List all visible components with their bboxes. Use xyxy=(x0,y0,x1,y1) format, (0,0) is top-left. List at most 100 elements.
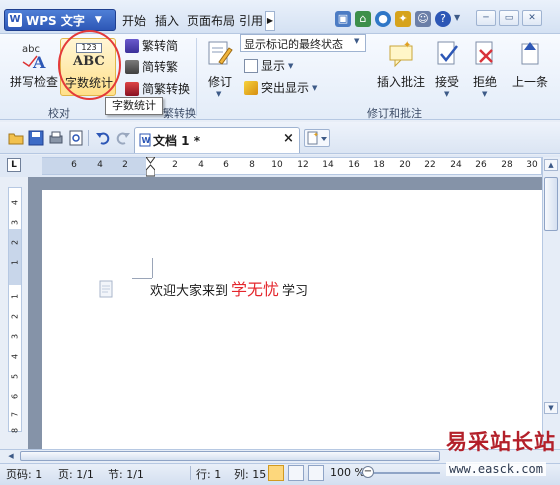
ribbon-separator xyxy=(196,38,197,116)
status-row: 行: 1 xyxy=(196,468,222,481)
trad-to-simp-button[interactable]: 繁转简 xyxy=(125,37,178,54)
ruler-tick: 10 xyxy=(271,160,283,170)
margin-corner-mark xyxy=(152,258,153,278)
ruler-tick: 26 xyxy=(475,160,487,170)
tab-scroll-right-icon[interactable]: ▶ xyxy=(265,11,275,31)
tab-stop-selector[interactable]: L xyxy=(7,158,21,172)
help-icon[interactable]: ? xyxy=(435,11,451,27)
simp-to-trad-button[interactable]: 简转繁 xyxy=(125,58,178,75)
outline-view-icon[interactable] xyxy=(288,465,304,481)
scroll-up-icon[interactable]: ▲ xyxy=(544,159,558,171)
document-tab[interactable]: W 文档 1 * × xyxy=(134,127,300,153)
status-separator xyxy=(190,466,191,480)
print-icon[interactable] xyxy=(48,130,64,146)
undo-icon[interactable] xyxy=(95,130,111,146)
ruler-tick: 5 xyxy=(10,373,20,380)
reject-label: 拒绝 xyxy=(473,75,498,89)
document-paragraph[interactable]: 欢迎大家来到 学无忧 学习 xyxy=(150,276,308,300)
indent-marker[interactable] xyxy=(145,156,156,177)
spell-check-button[interactable]: abc A 拼写检查 xyxy=(10,40,58,102)
tracking-group-label: 修订和批注 xyxy=(367,107,422,120)
convert-icon xyxy=(125,81,139,96)
restore-button[interactable]: ▭ xyxy=(499,10,519,26)
margin-corner-mark xyxy=(132,278,152,279)
document-page[interactable] xyxy=(42,190,542,449)
tab-insert[interactable]: 插入 xyxy=(155,11,179,31)
conversion-group-label: 繁转换 xyxy=(163,107,196,120)
document-text-start: 欢迎大家来到 xyxy=(150,284,229,299)
ruler-tick: 30 xyxy=(526,160,538,170)
ruler-tick: 2 xyxy=(122,160,128,170)
insert-comment-icon: ✦ xyxy=(389,40,413,68)
markup-dropdown[interactable]: 显示标记的最终状态 ▼ xyxy=(240,34,366,52)
new-document-button[interactable]: ✦ xyxy=(304,129,330,147)
vertical-scroll-thumb[interactable] xyxy=(544,177,558,231)
convert-button[interactable]: 简繁转换 xyxy=(125,80,190,97)
ruler-tick: 3 xyxy=(10,333,20,340)
track-changes-label: 修订 xyxy=(208,75,233,89)
ruler-tick: 2 xyxy=(172,160,178,170)
document-brand-word: 学无忧 xyxy=(231,280,280,299)
help-dropdown-icon[interactable]: ▼ xyxy=(454,13,460,22)
horizontal-scroll-thumb[interactable] xyxy=(20,451,440,461)
status-page-code: 页码: 1 xyxy=(6,468,43,481)
previous-button[interactable]: 上一条 xyxy=(508,40,554,98)
svg-text:W: W xyxy=(142,136,151,145)
spell-check-icon: abc A xyxy=(22,44,46,70)
ruler-tick: 6 xyxy=(223,160,229,170)
reject-button[interactable]: 拒绝 ▼ xyxy=(470,40,502,98)
status-column: 列: 15 xyxy=(234,468,267,481)
simp-to-trad-label: 简转繁 xyxy=(142,60,179,74)
minimize-button[interactable]: ─ xyxy=(476,10,496,26)
close-button[interactable]: ✕ xyxy=(522,10,542,26)
home-icon[interactable]: ⌂ xyxy=(355,11,371,27)
people-icon[interactable]: ☺ xyxy=(415,11,431,27)
scroll-down-icon[interactable]: ▼ xyxy=(544,402,558,414)
wps-logo-icon: W xyxy=(8,13,22,27)
show-icon xyxy=(244,58,258,73)
markup-dropdown-value: 显示标记的最终状态 xyxy=(244,38,343,51)
toolbar-separator xyxy=(88,130,89,146)
window-switch-icon[interactable]: ▣ xyxy=(335,11,351,27)
open-folder-icon[interactable] xyxy=(8,130,24,146)
close-tab-icon[interactable]: × xyxy=(283,131,294,146)
ruler-tick: 8 xyxy=(249,160,255,170)
highlight-button[interactable]: 突出显示 ▼ xyxy=(244,79,317,96)
insert-comment-button[interactable]: ✦ 插入批注 xyxy=(376,40,426,98)
document-tab-title: 文档 1 * xyxy=(153,134,200,148)
web-view-icon[interactable] xyxy=(308,465,324,481)
wps-menu-button[interactable]: W WPS 文字 ▼ xyxy=(4,9,116,31)
tab-home[interactable]: 开始 xyxy=(122,11,146,31)
track-changes-button[interactable]: 修订 ▼ xyxy=(202,40,238,98)
tab-references[interactable]: 引用 xyxy=(239,11,263,31)
tab-page-layout[interactable]: 页面布局 xyxy=(187,11,235,31)
scroll-left-icon[interactable]: ◀ xyxy=(5,451,17,461)
ruler-tick: 24 xyxy=(450,160,462,170)
globe-icon[interactable]: ● xyxy=(375,11,391,27)
accept-label: 接受 xyxy=(435,75,460,89)
ruler-tick: 6 xyxy=(71,160,77,170)
accept-button[interactable]: 接受 ▼ xyxy=(432,40,464,98)
highlight-icon xyxy=(244,80,258,95)
chevron-down-icon: ▼ xyxy=(354,37,360,45)
highlight-dropdown-icon: ▼ xyxy=(312,83,318,92)
ruler-tick: 2 xyxy=(10,313,20,320)
page-view-icon[interactable] xyxy=(268,465,284,481)
convert-label: 简繁转换 xyxy=(142,82,191,96)
previous-label: 上一条 xyxy=(512,75,549,89)
ruler-tick: 12 xyxy=(297,160,309,170)
track-changes-icon xyxy=(208,41,233,65)
bird-icon[interactable]: ✦ xyxy=(395,11,411,27)
accept-icon xyxy=(437,41,458,65)
print-preview-icon[interactable] xyxy=(68,130,84,146)
ruler-tick: 20 xyxy=(399,160,411,170)
trad-to-simp-label: 繁转简 xyxy=(142,39,179,53)
svg-text:✦: ✦ xyxy=(403,40,411,51)
save-icon[interactable] xyxy=(28,130,44,146)
ruler-tick: 16 xyxy=(348,160,360,170)
zoom-out-icon[interactable]: − xyxy=(362,466,374,478)
show-markup-button[interactable]: 显示 ▼ xyxy=(244,57,293,74)
redo-icon[interactable] xyxy=(115,130,131,146)
spell-check-label: 拼写检查 xyxy=(10,75,59,89)
ruler-tick: 4 xyxy=(10,353,20,360)
